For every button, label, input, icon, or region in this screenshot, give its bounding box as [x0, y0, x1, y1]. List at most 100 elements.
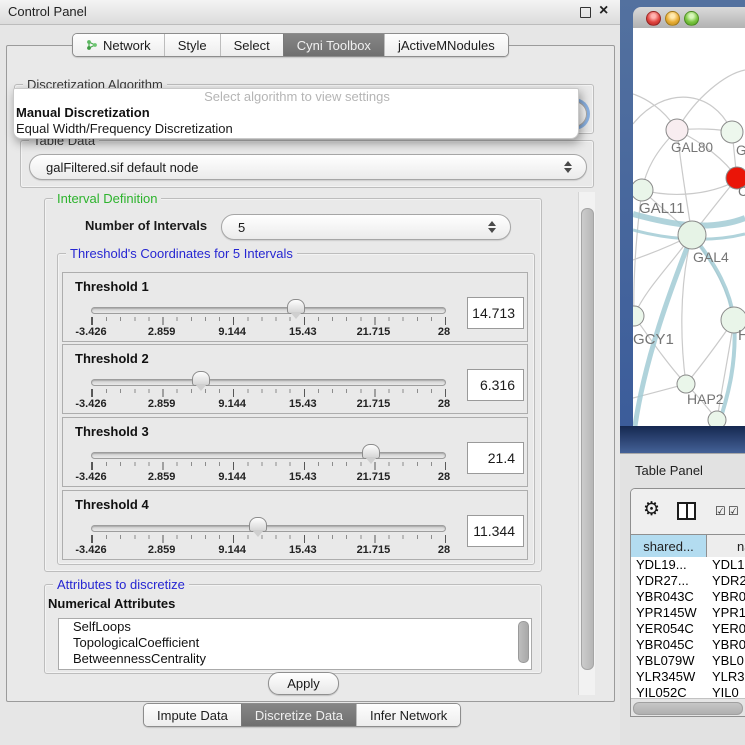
slider-tick-labels: -3.4262.8599.14415.4321.71528: [91, 398, 444, 410]
tab-discretize-data[interactable]: Discretize Data: [241, 704, 356, 726]
table-row[interactable]: YIL052CYIL0: [631, 685, 745, 699]
cell-name: YBR0: [706, 589, 745, 605]
close-icon[interactable]: ×: [599, 1, 608, 21]
slider-ticks: [91, 317, 446, 325]
list-scrollbar[interactable]: [518, 621, 529, 663]
slider-ticks: [91, 535, 446, 543]
network-node[interactable]: [666, 119, 688, 141]
tick-label: 9.144: [218, 544, 246, 556]
minimize-traffic-light-icon[interactable]: [665, 11, 680, 26]
node-label: G: [736, 143, 745, 158]
panel-scrollbar-thumb[interactable]: [581, 208, 594, 670]
table-panel: Table Panel ⚙ ☑ ☑ shared... na YDL19...Y…: [620, 453, 745, 745]
attribute-list-item[interactable]: SelfLoops: [59, 619, 531, 635]
slider-thumb[interactable]: [362, 444, 380, 459]
network-canvas[interactable]: GAL80GCGAL11GAL4GCY1HHAP2: [633, 28, 745, 426]
table-row[interactable]: YLR345WYLR3: [631, 669, 745, 685]
network-node[interactable]: [708, 411, 726, 426]
checkbox-icon[interactable]: ☑: [728, 505, 739, 517]
attribute-list-item[interactable]: TopologicalCoefficient: [59, 635, 531, 651]
network-node[interactable]: [678, 221, 706, 249]
cell-shared-name: YBR045C: [631, 637, 706, 653]
dropdown-item-equal-width[interactable]: Equal Width/Frequency Discretization: [14, 121, 578, 137]
threshold-value-box[interactable]: 14.713: [467, 297, 524, 329]
close-traffic-light-icon[interactable]: [646, 11, 661, 26]
dropdown-placeholder-item[interactable]: Select algorithm to view settings: [14, 89, 578, 105]
top-tab-bar: NetworkStyle Select Cyni ToolboxjActiveMNo…: [72, 33, 509, 57]
tab-select[interactable]: Select: [220, 34, 283, 56]
table-row[interactable]: YBR045CYBR0: [631, 637, 745, 653]
threshold-panel-2: Threshold 2 -3.4262.8599.14415.4321.7152…: [62, 344, 528, 414]
number-of-intervals-value: 5: [222, 220, 482, 235]
apply-button[interactable]: Apply: [268, 672, 339, 695]
threshold-slider[interactable]: -3.4262.8599.14415.4321.71528: [91, 371, 444, 409]
network-window-bottom-frame: [620, 426, 745, 453]
table-data-combo[interactable]: galFiltered.sif default node: [29, 154, 587, 180]
attribute-list-item[interactable]: BetweennessCentrality: [59, 651, 531, 667]
numerical-attributes-list[interactable]: SelfLoopsTopologicalCoefficientBetweenne…: [58, 618, 532, 670]
network-node[interactable]: [721, 121, 743, 143]
table-row[interactable]: YER054CYER0: [631, 621, 745, 637]
table-row[interactable]: YBL079WYBL0: [631, 653, 745, 669]
tick-label: 9.144: [218, 326, 246, 338]
tick-label: 2.859: [148, 326, 176, 338]
tab-impute-data[interactable]: Impute Data: [144, 704, 241, 726]
tab-style[interactable]: Style: [164, 34, 220, 56]
threshold-slider[interactable]: -3.4262.8599.14415.4321.71528: [91, 517, 444, 555]
tick-label: -3.426: [75, 471, 106, 483]
split-columns-icon[interactable]: [677, 502, 696, 520]
gear-icon[interactable]: ⚙: [643, 499, 660, 521]
slider-tick-labels: -3.4262.8599.14415.4321.71528: [91, 326, 444, 338]
threshold-slider[interactable]: -3.4262.8599.14415.4321.71528: [91, 299, 444, 337]
slider-thumb[interactable]: [287, 299, 305, 314]
tab-network[interactable]: Network: [73, 34, 164, 56]
cell-name: YER0: [706, 621, 745, 637]
node-label: HAP2: [687, 391, 724, 407]
zoom-traffic-light-icon[interactable]: [684, 11, 699, 26]
slider-thumb[interactable]: [192, 371, 210, 386]
table-toolbar: ⚙ ☑ ☑: [631, 489, 745, 534]
network-window-titlebar[interactable]: [633, 7, 745, 29]
horizontal-scrollbar-thumb[interactable]: [633, 702, 743, 715]
network-node[interactable]: [633, 306, 644, 326]
panel-scrollbar-track[interactable]: [578, 192, 595, 695]
slider-thumb[interactable]: [249, 517, 267, 532]
combo-stepper-icon: [558, 161, 578, 173]
slider-track[interactable]: [91, 379, 446, 386]
float-window-icon[interactable]: [580, 7, 591, 18]
tab-infer-network[interactable]: Infer Network: [356, 704, 460, 726]
threshold-slider[interactable]: -3.4262.8599.14415.4321.71528: [91, 444, 444, 482]
tick-label: 15.43: [289, 326, 317, 338]
table-row[interactable]: YDL19...YDL1: [631, 557, 745, 573]
threshold-value-box[interactable]: 6.316: [467, 369, 524, 401]
cell-shared-name: YBL079W: [631, 653, 706, 669]
screenshot-stage: Control Panel × NetworkStyleSelectCyni T…: [0, 0, 745, 745]
slider-ticks: [91, 462, 446, 470]
threshold-value-box[interactable]: 11.344: [467, 515, 524, 547]
table-panel-title: Table Panel: [635, 463, 703, 478]
slider-track[interactable]: [91, 525, 446, 532]
node-label: GCY1: [633, 331, 674, 348]
node-label: GAL4: [693, 249, 729, 265]
dropdown-item-manual-discretization[interactable]: Manual Discretization: [14, 105, 578, 121]
tick-label: 9.144: [218, 398, 246, 410]
slider-track[interactable]: [91, 452, 446, 459]
column-header-name[interactable]: na: [707, 535, 745, 557]
slider-track[interactable]: [91, 307, 446, 314]
checkbox-icon[interactable]: ☑: [715, 505, 726, 517]
number-of-intervals-combo[interactable]: 5: [221, 214, 511, 240]
network-node[interactable]: [633, 179, 653, 201]
cell-name: YLR3: [706, 669, 745, 685]
column-header-shared[interactable]: shared...: [631, 535, 707, 557]
network-edge[interactable]: [634, 235, 692, 316]
tab-label: Select: [234, 38, 270, 53]
horizontal-scrollbar-track[interactable]: [631, 698, 745, 716]
table-row[interactable]: YBR043CYBR0: [631, 589, 745, 605]
tick-label: 21.715: [357, 471, 391, 483]
cell-name: YPR1: [706, 605, 745, 621]
tab-jactivemnodules[interactable]: jActiveMNodules: [384, 34, 508, 56]
table-row[interactable]: YPR145WYPR1: [631, 605, 745, 621]
threshold-value-box[interactable]: 21.4: [467, 442, 524, 474]
tab-cyni-toolbox[interactable]: Cyni Toolbox: [283, 34, 384, 56]
table-row[interactable]: YDR27...YDR2: [631, 573, 745, 589]
